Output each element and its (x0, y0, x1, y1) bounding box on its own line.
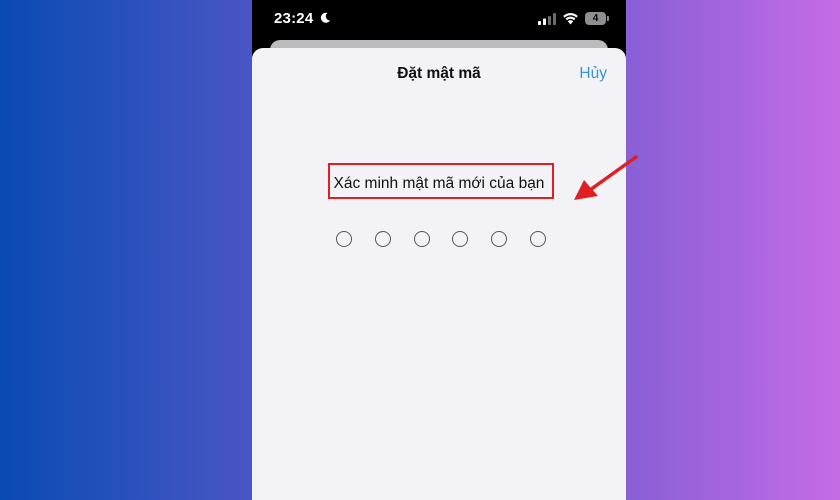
signal-icon (538, 13, 556, 25)
moon-icon (320, 12, 330, 23)
phone-screen: 23:24 4 Đặt mật mã Hủy Xác minh mật mã m… (252, 0, 626, 500)
sheet-title: Đặt mật mã (397, 65, 481, 82)
battery-tip (607, 16, 609, 21)
passcode-dots[interactable] (336, 231, 546, 249)
status-bar: 23:24 4 (252, 0, 626, 40)
highlight-box (328, 163, 554, 199)
battery-icon: 4 (585, 12, 606, 25)
wifi-icon (563, 13, 578, 25)
status-time: 23:24 (274, 10, 314, 27)
passcode-sheet: Đặt mật mã Hủy (252, 48, 626, 500)
passcode-dot (452, 231, 469, 247)
passcode-dot (413, 231, 430, 247)
annotation-arrow-icon (574, 155, 638, 200)
passcode-dot (491, 231, 508, 247)
passcode-dot (529, 231, 546, 247)
cancel-button[interactable]: Hủy (579, 65, 607, 83)
passcode-dot (374, 231, 391, 247)
passcode-dot (336, 231, 352, 247)
